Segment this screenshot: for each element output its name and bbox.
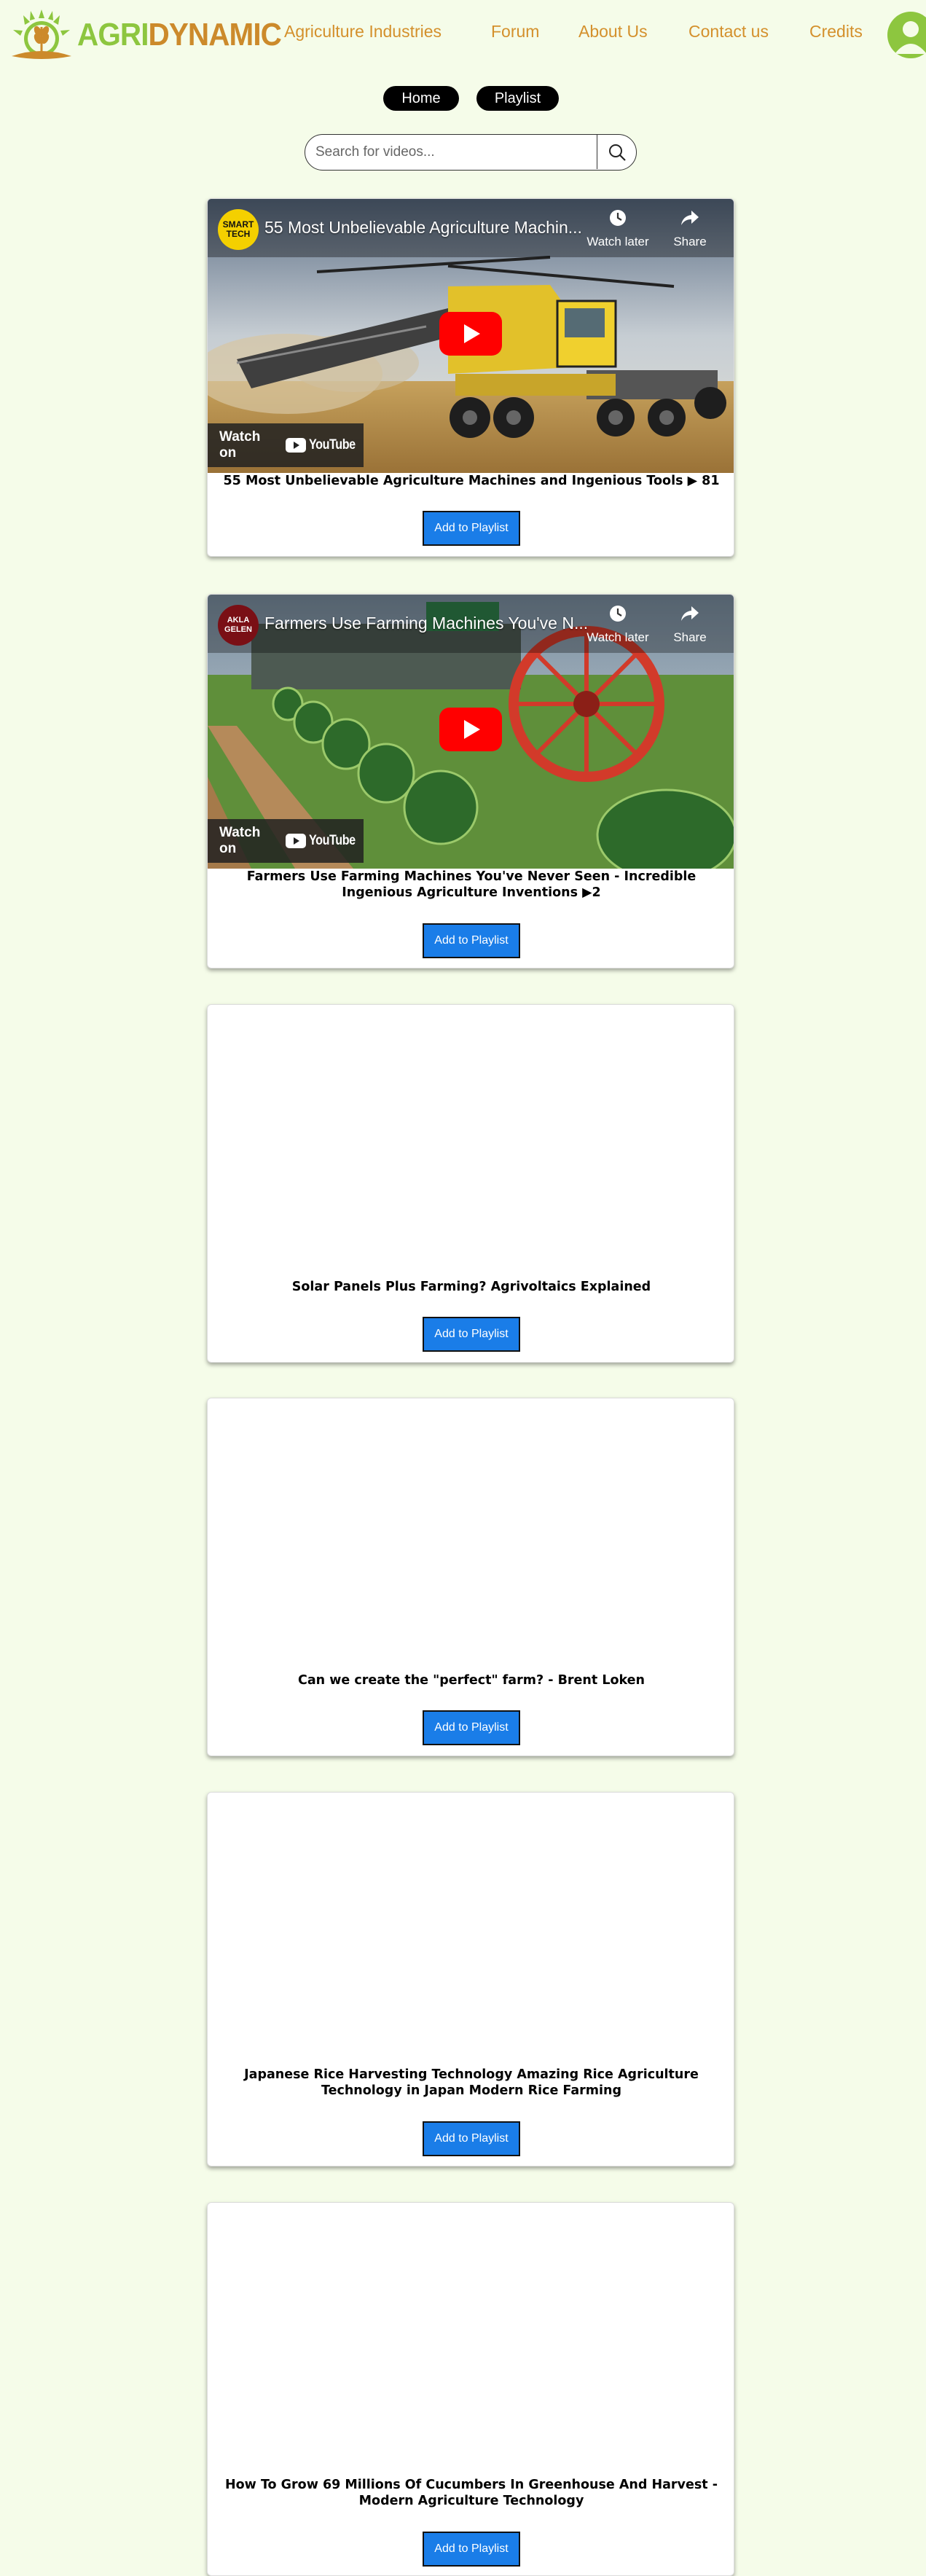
video-embed[interactable] [208,1005,734,1279]
share-arrow-icon [681,606,699,621]
share-label: Share [673,235,707,248]
youtube-wordmark: YouTube [309,437,356,453]
search-icon [608,144,626,161]
video-card: How To Grow 69 Millions Of Cucumbers In … [207,2202,734,2576]
video-card: SMART TECH 55 Most Unbelievable Agricult… [207,198,734,557]
video-card: Solar Panels Plus Farming? Agrivoltaics … [207,1004,734,1363]
video-embed[interactable]: SMART TECH 55 Most Unbelievable Agricult… [208,199,734,473]
youtube-wordmark: YouTube [309,833,356,848]
video-title: 55 Most Unbelievable Agriculture Machine… [223,474,720,488]
nav-forum[interactable]: Forum [491,22,539,42]
video-title: Japanese Rice Harvesting Technology Amaz… [244,2067,699,2098]
add-to-playlist-button[interactable]: Add to Playlist [423,1317,520,1352]
share-button[interactable]: Share [657,208,723,249]
clock-icon [610,210,626,226]
embed-title[interactable]: 55 Most Unbelievable Agriculture Machin.… [264,218,582,238]
watch-on-youtube-link[interactable]: Watch on YouTube [208,819,364,863]
video-embed[interactable] [208,1398,734,1672]
channel-avatar[interactable]: AKLA GELEN [218,605,259,646]
watch-later-button[interactable]: Watch later [585,208,651,249]
youtube-logo-icon [286,834,307,848]
share-label: Share [673,630,707,644]
add-to-playlist-button[interactable]: Add to Playlist [423,1710,520,1745]
share-arrow-icon [681,211,699,225]
play-button-icon[interactable] [439,708,502,751]
search-bar [305,134,637,171]
video-title: Solar Panels Plus Farming? Agrivoltaics … [291,1280,651,1294]
nav-contact-us[interactable]: Contact us [688,22,769,42]
video-card: Japanese Rice Harvesting Technology Amaz… [207,1792,734,2166]
search-button[interactable] [597,135,636,169]
add-to-playlist-button[interactable]: Add to Playlist [423,2532,520,2567]
watch-on-label: Watch on [219,429,261,461]
video-card: Can we create the "perfect" farm? - Bren… [207,1398,734,1756]
embed-title[interactable]: Farmers Use Farming Machines You've N... [264,614,588,633]
play-button-icon[interactable] [439,312,502,356]
share-button[interactable]: Share [657,603,723,645]
video-title: Can we create the "perfect" farm? - Bren… [297,1673,645,1688]
video-title: Farmers Use Farming Machines You've Neve… [246,869,697,900]
home-button[interactable]: Home [383,86,459,111]
watch-later-label: Watch later [586,235,649,248]
video-embed[interactable] [208,2203,734,2477]
watch-later-label: Watch later [586,630,649,644]
main-nav: Agriculture Industries Forum About Us Co… [0,22,926,48]
site-header: AGRIDYNAMIC Agriculture Industries Forum… [0,0,926,69]
add-to-playlist-button[interactable]: Add to Playlist [423,923,520,958]
video-title: How To Grow 69 Millions Of Cucumbers In … [225,2478,718,2508]
youtube-logo-icon [286,438,307,453]
watch-on-label: Watch on [219,825,261,856]
video-embed[interactable]: AKLA GELEN Farmers Use Farming Machines … [208,595,734,869]
video-card: AKLA GELEN Farmers Use Farming Machines … [207,594,734,968]
video-embed[interactable] [208,1793,734,2067]
channel-avatar[interactable]: SMART TECH [218,209,259,250]
user-avatar-icon[interactable] [887,12,926,58]
clock-icon [610,606,626,622]
add-to-playlist-button[interactable]: Add to Playlist [423,2121,520,2156]
add-to-playlist-button[interactable]: Add to Playlist [423,511,520,546]
nav-agriculture-industries[interactable]: Agriculture Industries [284,22,442,42]
search-input[interactable] [305,135,597,169]
playlist-button[interactable]: Playlist [476,86,559,111]
nav-about-us[interactable]: About Us [578,22,648,42]
nav-credits[interactable]: Credits [809,22,863,42]
watch-on-youtube-link[interactable]: Watch on YouTube [208,423,364,467]
watch-later-button[interactable]: Watch later [585,603,651,645]
